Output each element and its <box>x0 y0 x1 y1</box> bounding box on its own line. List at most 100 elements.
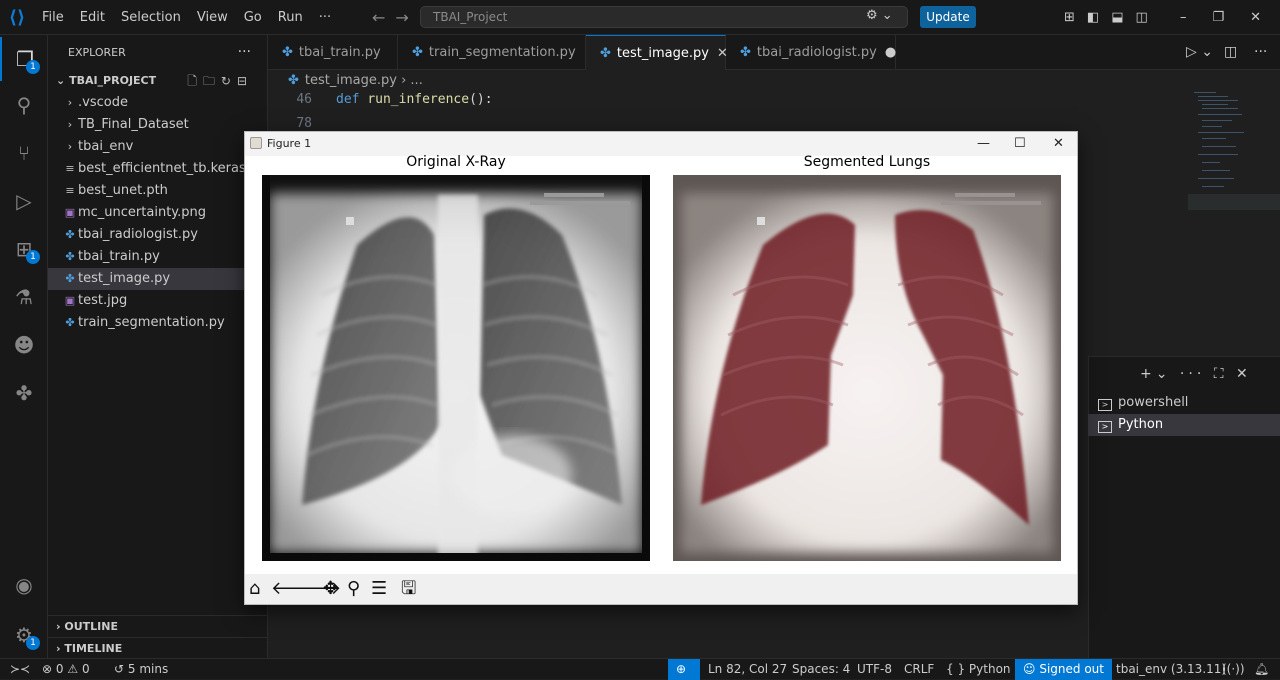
remote-icon[interactable]: ≻≺ <box>10 659 30 680</box>
terminal-python[interactable]: > Python <box>1088 414 1280 436</box>
tab-test-image[interactable]: ✤ test_image.py ✕ <box>586 35 728 70</box>
tree-item-mc-uncertainty[interactable]: ▣ mc_uncertainty.png <box>48 202 267 224</box>
tree-item-unet[interactable]: ≡ best_unet.pth <box>48 180 267 202</box>
explorer-more-icon[interactable]: ··· <box>238 35 251 70</box>
tab-train-segmentation[interactable]: ✤ train_segmentation.py <box>398 35 586 70</box>
eol-status[interactable]: CRLF <box>904 659 934 680</box>
python-env-status[interactable]: tbai_env (3.13.11) <box>1116 659 1226 680</box>
python-file-icon: ✤ <box>288 73 299 88</box>
run-debug-icon[interactable]: ▷ <box>0 179 48 223</box>
maximize-panel-icon[interactable]: ⛶ <box>1214 366 1228 382</box>
figure-maximize-icon[interactable]: ☐ <box>1014 132 1026 156</box>
menu-selection[interactable]: Selection <box>121 10 181 25</box>
refresh-icon[interactable]: ↻ <box>221 74 237 88</box>
right-plot-title: Segmented Lungs <box>803 154 931 170</box>
save-figure-icon[interactable]: 🖫 <box>401 578 416 600</box>
tree-item-vscode[interactable]: › .vscode <box>48 92 267 114</box>
tree-item-test-jpg[interactable]: ▣ test.jpg <box>48 290 267 312</box>
new-terminal-icon[interactable]: +⌄ <box>1140 366 1171 382</box>
tab-tbai-radiologist[interactable]: ✤ tbai_radiologist.py ● <box>726 35 896 70</box>
new-file-icon[interactable]: 🗋 <box>187 74 203 88</box>
python-icon[interactable]: ✤ <box>0 371 48 415</box>
explorer-actions: 🗋🗀↻⊟ <box>187 70 253 92</box>
new-folder-icon[interactable]: 🗀 <box>203 74 221 88</box>
unsaved-dot-icon[interactable]: ● <box>885 45 896 60</box>
python-file-icon: ✤ <box>600 46 611 61</box>
search-icon[interactable]: ⚲ <box>0 83 48 127</box>
menu-go[interactable]: Go <box>244 10 262 25</box>
tree-item-tbai-env[interactable]: › tbai_env <box>48 136 267 158</box>
account-icon[interactable]: ◉ <box>0 563 48 607</box>
zoom-rect-icon[interactable]: ⚲ <box>347 578 360 600</box>
menu-run[interactable]: Run <box>278 10 303 25</box>
testing-icon[interactable]: ⚗ <box>0 275 48 319</box>
extensions-badge: 1 <box>26 250 40 264</box>
update-button[interactable]: Update <box>920 6 976 28</box>
copilot-icon[interactable]: ⚙ ⌄ <box>866 8 893 23</box>
extensions-icon[interactable]: ⊞ 1 <box>0 227 48 271</box>
customize-layout-icon[interactable]: ⊞ <box>1064 10 1087 25</box>
tree-item-test-image[interactable]: ✤ test_image.py <box>48 268 267 290</box>
source-control-icon[interactable]: ⑂ <box>0 131 48 175</box>
tab-tbai-train[interactable]: ✤ tbai_train.py <box>268 35 398 70</box>
close-window-icon[interactable]: ✕ <box>1250 10 1280 25</box>
configure-subplots-icon[interactable]: ☰ <box>371 578 387 600</box>
settings-gear-icon[interactable]: ⚙ 1 <box>0 613 48 657</box>
notifications-icon[interactable]: 🔔︎ <box>1254 659 1269 680</box>
zoom-icon[interactable]: ⊕ <box>668 659 700 680</box>
breadcrumb-file[interactable]: test_image.py <box>305 73 397 88</box>
toggle-secondary-sidebar-icon[interactable]: ◫ <box>1136 10 1160 25</box>
error-icon: ⊗ <box>42 662 53 676</box>
menu-view[interactable]: View <box>197 10 228 25</box>
warning-icon: ⚠ <box>67 662 79 676</box>
settings-badge: 1 <box>26 636 40 650</box>
figure-minimize-icon[interactable]: — <box>977 132 990 156</box>
run-file-icon[interactable]: ▷ ⌄ <box>1186 35 1213 70</box>
toggle-panel-icon[interactable]: ⬓ <box>1111 10 1135 25</box>
figure-close-icon[interactable]: ✕ <box>1053 132 1064 156</box>
minimize-icon[interactable]: – <box>1180 10 1213 25</box>
terminal-powershell[interactable]: > powershell <box>1088 392 1280 414</box>
file-lines-icon: ≡ <box>65 162 75 175</box>
time-status[interactable]: ↺ 5 mins <box>114 659 168 680</box>
tree-item-tbai-train[interactable]: ✤ tbai_train.py <box>48 246 267 268</box>
tree-item-efficientnet[interactable]: ≡ best_efficientnet_tb.keras <box>48 158 267 180</box>
forward-arrow-icon[interactable]: → <box>395 8 418 27</box>
timeline-section[interactable]: › TIMELINE <box>48 637 268 659</box>
tree-item-train-segmentation[interactable]: ✤ train_segmentation.py <box>48 312 267 334</box>
home-icon[interactable]: ⌂ <box>249 578 260 600</box>
tree-item-tbai-radiologist[interactable]: ✤ tbai_radiologist.py <box>48 224 267 246</box>
menu-edit[interactable]: Edit <box>80 10 105 25</box>
indentation-status[interactable]: Spaces: 4 <box>792 659 850 680</box>
collapse-all-icon[interactable]: ⊟ <box>237 74 253 88</box>
close-panel-icon[interactable]: ✕ <box>1236 366 1252 382</box>
explorer-badge: 1 <box>26 60 40 74</box>
command-center-search[interactable]: TBAI_Project <box>420 6 908 28</box>
editor-more-icon[interactable]: ··· <box>1254 35 1267 70</box>
nav-arrows: ←→ <box>372 8 419 27</box>
panel-more-icon[interactable]: ··· <box>1180 366 1205 382</box>
encoding-status[interactable]: UTF-8 <box>857 659 892 680</box>
title-bar: ⟨⟩ File Edit Selection View Go Run ··· ←→ TBAI… <box>0 0 1280 35</box>
restore-icon[interactable]: ❐ <box>1213 10 1251 25</box>
problems-status[interactable]: ⊗ 0 ⚠ 0 <box>42 659 90 680</box>
project-root[interactable]: ⌄ TBAI_PROJECT 🗋🗀↻⊟ <box>48 70 267 92</box>
vscode-logo-icon: ⟨⟩ <box>8 6 26 28</box>
tree-item-tb-final-dataset[interactable]: › TB_Final_Dataset <box>48 114 267 136</box>
toggle-sidebar-icon[interactable]: ◧ <box>1087 10 1111 25</box>
cursor-position[interactable]: Ln 82, Col 27 <box>708 659 787 680</box>
back-arrow-icon[interactable]: ← <box>372 8 395 27</box>
split-editor-icon[interactable]: ◫ <box>1224 35 1237 70</box>
python-file-icon: ✤ <box>740 45 751 60</box>
pan-icon[interactable]: ✥ <box>323 578 338 600</box>
language-status[interactable]: { } Python <box>946 659 1011 680</box>
alien-extension-icon[interactable]: ☻ <box>0 323 48 367</box>
broadcast-icon[interactable]: ((·)) <box>1222 659 1245 680</box>
chevron-right-icon: › <box>67 118 73 131</box>
outline-section[interactable]: › OUTLINE <box>48 615 268 637</box>
account-status[interactable]: ☺ Signed out <box>1015 659 1112 680</box>
explorer-icon[interactable]: ❐ 1 <box>0 37 48 81</box>
explorer-sidebar: EXPLORER ··· ⌄ TBAI_PROJECT 🗋🗀↻⊟ › .vscode… <box>48 35 268 658</box>
menu-more[interactable]: ··· <box>319 10 331 25</box>
menu-file[interactable]: File <box>42 10 64 25</box>
